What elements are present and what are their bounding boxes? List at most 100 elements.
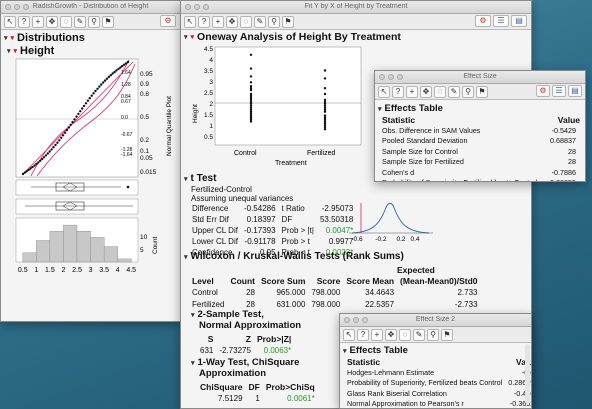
question-tool-icon[interactable]: ? xyxy=(18,15,30,28)
outlier-box-frame xyxy=(15,179,139,196)
ttest-row: Lower CL Dif -0.91178 Prob > t 0.9977 xyxy=(191,236,358,247)
brush-tool-icon[interactable]: ✎ xyxy=(413,328,425,341)
script-icon[interactable]: ⚙ xyxy=(475,15,491,27)
disclosure-triangle-icon[interactable]: ▾ xyxy=(378,105,382,113)
quantile-point xyxy=(58,139,61,142)
t-plot-tick: 0.2 xyxy=(396,236,405,243)
crosshair-tool-icon[interactable]: + xyxy=(406,85,418,98)
crosshair-tool-icon[interactable]: + xyxy=(32,15,44,28)
disclosure-triangle-icon[interactable]: ▾ xyxy=(343,347,347,355)
disclosure-triangle-icon[interactable]: ▾ xyxy=(191,311,195,319)
pin-tool-icon[interactable]: ⚑ xyxy=(102,15,114,28)
hand-tool-icon[interactable]: ✥ xyxy=(420,85,432,98)
red-triangle-menu-icon[interactable]: ▾ xyxy=(11,34,15,42)
effects-statistic: Cohen's d xyxy=(382,167,415,177)
disclosure-triangle-icon[interactable]: ▾ xyxy=(191,359,195,367)
z-tick-label: 1.64 xyxy=(121,70,131,76)
magnifier-tool-icon[interactable]: ⚲ xyxy=(462,85,474,98)
disclosure-triangle-icon[interactable]: ▾ xyxy=(184,33,188,41)
magnifier-tool-icon[interactable]: ⚲ xyxy=(427,328,439,341)
vertical-scrollbar[interactable] xyxy=(525,344,530,404)
twosample-cell: -2.73275 xyxy=(219,346,251,355)
t-plot-tick: -0.2 xyxy=(375,236,387,243)
quantile-point xyxy=(111,72,114,75)
effect-size-2-toolbar: ↖ ? + ✥ ◌ ✎ ⚲ ⚑ xyxy=(340,327,531,343)
red-triangle-menu-icon[interactable]: ▾ xyxy=(14,47,18,55)
lasso-tool-icon[interactable]: ◌ xyxy=(60,15,72,28)
disclosure-triangle-icon[interactable]: ▾ xyxy=(184,253,188,261)
arrow-tool-icon[interactable]: ↖ xyxy=(184,15,196,28)
brush-tool-icon[interactable]: ✎ xyxy=(74,15,86,28)
quantile-point xyxy=(100,83,103,86)
layout-rows-icon[interactable]: ☰ xyxy=(493,15,509,27)
box-outlier xyxy=(126,185,130,189)
ttest-label: Lower CL Dif xyxy=(192,237,238,246)
effect-size-2-window[interactable]: Effect Size 2 ↖ ? + ✥ ◌ ✎ ⚲ ⚑ ▾ Effects … xyxy=(339,313,532,409)
quantile-point xyxy=(48,150,51,153)
hand-tool-icon[interactable]: ✥ xyxy=(46,15,58,28)
ttest-row: Difference -0.54286 t Ratio -2.95073 xyxy=(191,203,358,214)
effect-size-titlebar[interactable]: Effect Size xyxy=(375,71,585,84)
arrow-tool-icon[interactable]: ↖ xyxy=(4,15,16,28)
oneway-test-header[interactable]: ▾ 1-Way Test, ChiSquare xyxy=(191,357,299,368)
pin-tool-icon[interactable]: ⚑ xyxy=(476,85,488,98)
hand-tool-icon[interactable]: ✥ xyxy=(385,328,397,341)
disclosure-triangle-icon[interactable]: ▾ xyxy=(184,175,188,183)
question-tool-icon[interactable]: ? xyxy=(357,328,369,341)
fit-titlebar[interactable]: Fit Y by X of Height by Treatment xyxy=(181,1,531,14)
brush-tool-icon[interactable]: ✎ xyxy=(448,85,460,98)
quantile-point xyxy=(67,126,71,129)
brush-tool-icon[interactable]: ✎ xyxy=(254,15,266,28)
histogram-x-tick: 0.5 xyxy=(18,267,28,274)
oneway-plot[interactable]: Height 4.5 4 3.5 3 2.5 2 1.5 1 0.5 Control Ferti… xyxy=(189,43,389,175)
lasso-tool-icon[interactable]: ◌ xyxy=(240,15,252,28)
effect-size-2-titlebar[interactable]: Effect Size 2 xyxy=(340,314,531,327)
layout-columns-icon[interactable]: ▤ xyxy=(511,15,527,27)
lasso-tool-icon[interactable]: ◌ xyxy=(399,328,411,341)
chisq-cell: 1 xyxy=(255,394,260,403)
arrow-tool-icon[interactable]: ↖ xyxy=(343,328,355,341)
histogram-bar xyxy=(90,237,105,263)
layout-rows-icon[interactable]: ☰ xyxy=(552,85,566,97)
histogram-bar xyxy=(22,252,37,263)
probability-tick-label: 0.05 xyxy=(140,155,153,162)
distribution-window[interactable]: RadishGrowth - Distribution of Height ↖ … xyxy=(0,0,181,322)
question-tool-icon[interactable]: ? xyxy=(198,15,210,28)
effects-table-2-header[interactable]: ▾ Effects Table xyxy=(343,345,408,356)
wilcoxon-row: Control 28 965.000 798.000 34.4643 2.733 xyxy=(191,287,483,299)
distributions-header[interactable]: ▾ ▾ Distributions xyxy=(4,32,85,44)
hand-tool-icon[interactable]: ✥ xyxy=(226,15,238,28)
question-tool-icon[interactable]: ? xyxy=(392,85,404,98)
quantile-point xyxy=(37,161,40,164)
window-title: Fit Y by X of Height by Treatment xyxy=(304,3,408,10)
oneway-header[interactable]: ▾ ▾ Oneway Analysis of Height By Treatme… xyxy=(184,31,401,43)
histogram-x-tick: 3.5 xyxy=(99,267,109,274)
pin-tool-icon[interactable]: ⚑ xyxy=(441,328,453,341)
twosample-header[interactable]: ▾ 2-Sample Test, xyxy=(191,309,264,320)
effects-row: Hodges-Lehmann Estimate-0.6 xyxy=(346,368,531,379)
script-icon[interactable]: ⚙ xyxy=(160,15,176,27)
wilcoxon-header[interactable]: ▾ Wilcoxon / Kruskal-Wallis Tests (Rank … xyxy=(184,251,404,262)
magnifier-tool-icon[interactable]: ⚲ xyxy=(268,15,280,28)
layout-columns-icon[interactable]: ▤ xyxy=(568,85,582,97)
wilcoxon-cell: 22.5357 xyxy=(365,300,395,309)
lasso-tool-icon[interactable]: ◌ xyxy=(434,85,446,98)
crosshair-tool-icon[interactable]: + xyxy=(212,15,224,28)
effects-row: Cohen's d -0.7886 xyxy=(381,168,581,179)
ttest-header[interactable]: ▾ t Test xyxy=(184,173,216,184)
crosshair-tool-icon[interactable]: + xyxy=(371,328,383,341)
disclosure-triangle-icon[interactable]: ▾ xyxy=(7,47,11,55)
pin-tool-icon[interactable]: ⚑ xyxy=(282,15,294,28)
effects-table-header[interactable]: ▾ Effects Table xyxy=(378,103,443,114)
magnifier-tool-icon[interactable]: ⚲ xyxy=(88,15,100,28)
probability-tick-label: 0.95 xyxy=(140,71,153,78)
disclosure-triangle-icon[interactable]: ▾ xyxy=(4,34,8,42)
distribution-titlebar[interactable]: RadishGrowth - Distribution of Height xyxy=(1,1,180,14)
quantile-point xyxy=(77,112,80,116)
ttest-value: -0.17393 xyxy=(243,226,276,235)
arrow-tool-icon[interactable]: ↖ xyxy=(378,85,390,98)
script-icon[interactable]: ⚙ xyxy=(536,85,550,97)
distribution-plots[interactable]: 1.641.280.840.670.0-0.67-1.28-1.64 0.950… xyxy=(1,56,181,322)
effect-size-window[interactable]: Effect Size ↖ ? + ✥ ◌ ✎ ⚲ ⚑ ⚙ ☰ ▤ ▾ Effe… xyxy=(374,70,586,182)
red-triangle-menu-icon[interactable]: ▾ xyxy=(191,33,195,41)
